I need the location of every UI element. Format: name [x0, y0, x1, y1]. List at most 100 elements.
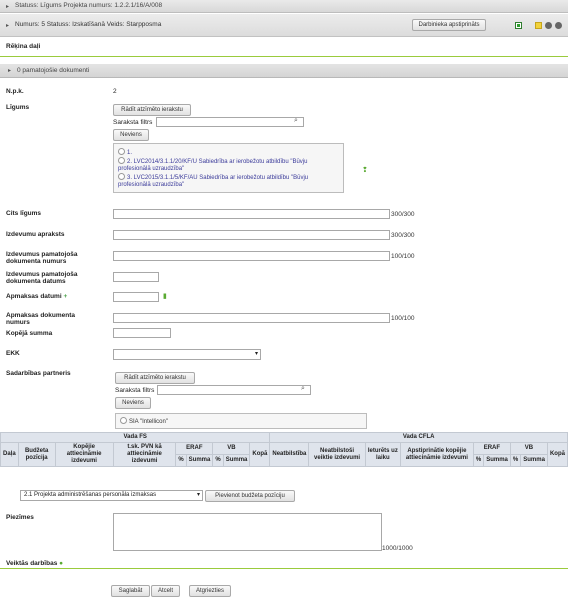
col-header: Neatbilstoši veiktie izdevumi	[308, 442, 366, 467]
list-filter-label: Saraksta filtrs	[115, 387, 155, 394]
list-item-continuation: profesionālā uzraudzība"	[118, 166, 185, 172]
col-header: Daļa	[0, 442, 19, 467]
list-item[interactable]: 1.	[118, 148, 132, 157]
partner-label: Sadarbības partneris	[6, 370, 71, 377]
add-icon[interactable]: +	[63, 293, 67, 300]
expand-triangle-icon[interactable]: ▸	[6, 22, 9, 29]
col-header: ERAF	[175, 442, 214, 455]
close-icon[interactable]	[555, 22, 562, 29]
ligums-label: Līgums	[6, 104, 30, 111]
char-counter: 1000/1000	[382, 545, 413, 552]
col-header: VB	[212, 442, 251, 455]
budget-position-select[interactable]: 2.1 Projekta administrēšanas personāla i…	[20, 490, 203, 501]
list-filter-input[interactable]	[156, 117, 304, 127]
none-button[interactable]: Neviens	[115, 397, 151, 409]
col-header: Kopā	[249, 442, 271, 467]
radio-icon[interactable]	[118, 148, 125, 155]
approve-by-staff-button[interactable]: Darbinieka apstiprināts	[412, 19, 486, 31]
expense-description-input[interactable]	[113, 230, 390, 240]
notes-label: Piezīmes	[6, 514, 34, 521]
radio-icon[interactable]	[118, 173, 125, 180]
actions-title: Veiktās darbības ●	[6, 560, 64, 567]
other-contract-label: Cits līgums	[6, 210, 42, 217]
char-counter: 100/100	[391, 253, 415, 260]
delete-icon[interactable]: ▮	[163, 292, 167, 300]
divider	[0, 56, 568, 57]
search-icon[interactable]: ⌕	[301, 385, 305, 393]
col-header: Neatbilstība	[269, 442, 310, 467]
col-header: Summa	[483, 454, 511, 467]
back-button[interactable]: Atgriezties	[189, 585, 231, 597]
supporting-documents-label: 0 pamatojošie dokumenti	[17, 67, 90, 74]
other-contract-input[interactable]	[113, 209, 390, 219]
radio-icon[interactable]	[120, 417, 127, 424]
col-header: Summa	[520, 454, 548, 467]
show-selected-button[interactable]: Rādīt atzīmēto ierakstu	[115, 372, 195, 384]
invoice-detail-line: Numurs: 5 Statuss: Izskatīšanā Veids: St…	[15, 21, 162, 28]
doc-number-label: Izdevumus pamatojoša dokumenta numurs	[6, 251, 78, 265]
col-header: Kopējie attiecināmie izdevumi	[54, 442, 114, 467]
ekk-label: EKK	[6, 350, 20, 357]
col-header: Summa	[185, 454, 214, 467]
npk-label: N.p.k.	[6, 88, 24, 95]
doc-number-input[interactable]	[113, 251, 390, 261]
partner-list: SIA "Intellicon"	[115, 413, 367, 429]
payment-date-input[interactable]	[113, 292, 159, 302]
col-header: %	[175, 454, 187, 467]
col-header: Budžeta pozīcija	[17, 442, 56, 467]
char-counter: 300/300	[391, 211, 415, 218]
save-button[interactable]: Saglabāt	[111, 585, 150, 597]
payment-doc-input[interactable]	[113, 313, 390, 323]
npk-value: 2	[113, 88, 117, 95]
col-header: VB	[509, 442, 548, 455]
notes-textarea[interactable]	[113, 513, 382, 551]
col-header: Apstiprinātie kopējie attiecināmie izdev…	[399, 442, 474, 467]
chevron-down-icon: ▾	[254, 351, 258, 357]
col-header: ERAF	[472, 442, 511, 455]
col-header: Ieturēts uz laiku	[364, 442, 401, 467]
section-title: Rēķina daļi	[6, 43, 41, 50]
divider	[0, 568, 568, 569]
supporting-documents-bar[interactable]: ▸ 0 pamatojošie dokumenti	[0, 64, 568, 78]
char-counter: 100/100	[391, 315, 415, 322]
col-header: Kopā	[546, 442, 568, 467]
group-header-cfla: Vada CFLA	[269, 432, 568, 443]
col-header: %	[212, 454, 224, 467]
list-item[interactable]: SIA "Intellicon"	[120, 417, 168, 426]
total-sum-input[interactable]	[113, 328, 171, 338]
col-header: t.sk. PVN kā attiecināmie izdevumi	[112, 442, 177, 467]
radio-icon[interactable]	[118, 157, 125, 164]
expand-triangle-icon[interactable]: ▸	[6, 3, 9, 10]
ekk-select[interactable]: ▾	[113, 349, 261, 360]
show-selected-button[interactable]: Rādīt atzīmēto ierakstu	[113, 104, 191, 116]
payment-dates-label: Apmaksas datumi +	[6, 293, 68, 300]
char-counter: 300/300	[391, 232, 415, 239]
checkbox-icon[interactable]	[515, 22, 522, 29]
note-icon[interactable]	[535, 22, 542, 29]
cancel-button[interactable]: Atcelt	[151, 585, 180, 597]
budget-table: Vada FS Vada CFLA Daļa Budžeta pozīcija …	[0, 432, 568, 467]
chevron-down-icon: ▾	[196, 492, 200, 498]
search-icon[interactable]: ⌕	[294, 117, 298, 125]
add-budget-position-button[interactable]: Pievienot budžeta pozīciju	[205, 490, 295, 502]
total-sum-label: Kopējā summa	[6, 330, 53, 337]
payment-doc-label: Apmaksas dokumenta numurs	[6, 312, 75, 326]
status-bar: ▸ Statuss: Līgums Projekta numurs: 1.2.2…	[0, 0, 568, 13]
none-button[interactable]: Neviens	[113, 129, 149, 141]
expense-description-label: Izdevumu apraksts	[6, 231, 65, 238]
doc-date-input[interactable]	[113, 272, 159, 282]
info-icon[interactable]: ●	[59, 560, 63, 567]
invoice-header-bar: ▸ Numurs: 5 Statuss: Izskatīšanā Veids: …	[0, 14, 568, 37]
expand-triangle-icon[interactable]: ▸	[8, 67, 11, 74]
col-header: %	[509, 454, 522, 467]
list-filter-label: Saraksta filtrs	[113, 119, 153, 126]
list-item-continuation: profesionālā uzraudzība"	[118, 182, 185, 188]
col-header: Summa	[222, 454, 251, 467]
status-line: Statuss: Līgums Projekta numurs: 1.2.2.1…	[15, 2, 163, 9]
doc-date-label: Izdevumus pamatojoša dokumenta datums	[6, 271, 78, 285]
ligums-list: 1. 2. LVC2014/3.1.1/20/KF/U Sabiedrība a…	[113, 143, 344, 193]
close-icon[interactable]	[545, 22, 552, 29]
info-icon[interactable]: ❢	[362, 166, 368, 174]
partner-filter-input[interactable]	[157, 385, 311, 395]
group-header-fs: Vada FS	[0, 432, 271, 443]
